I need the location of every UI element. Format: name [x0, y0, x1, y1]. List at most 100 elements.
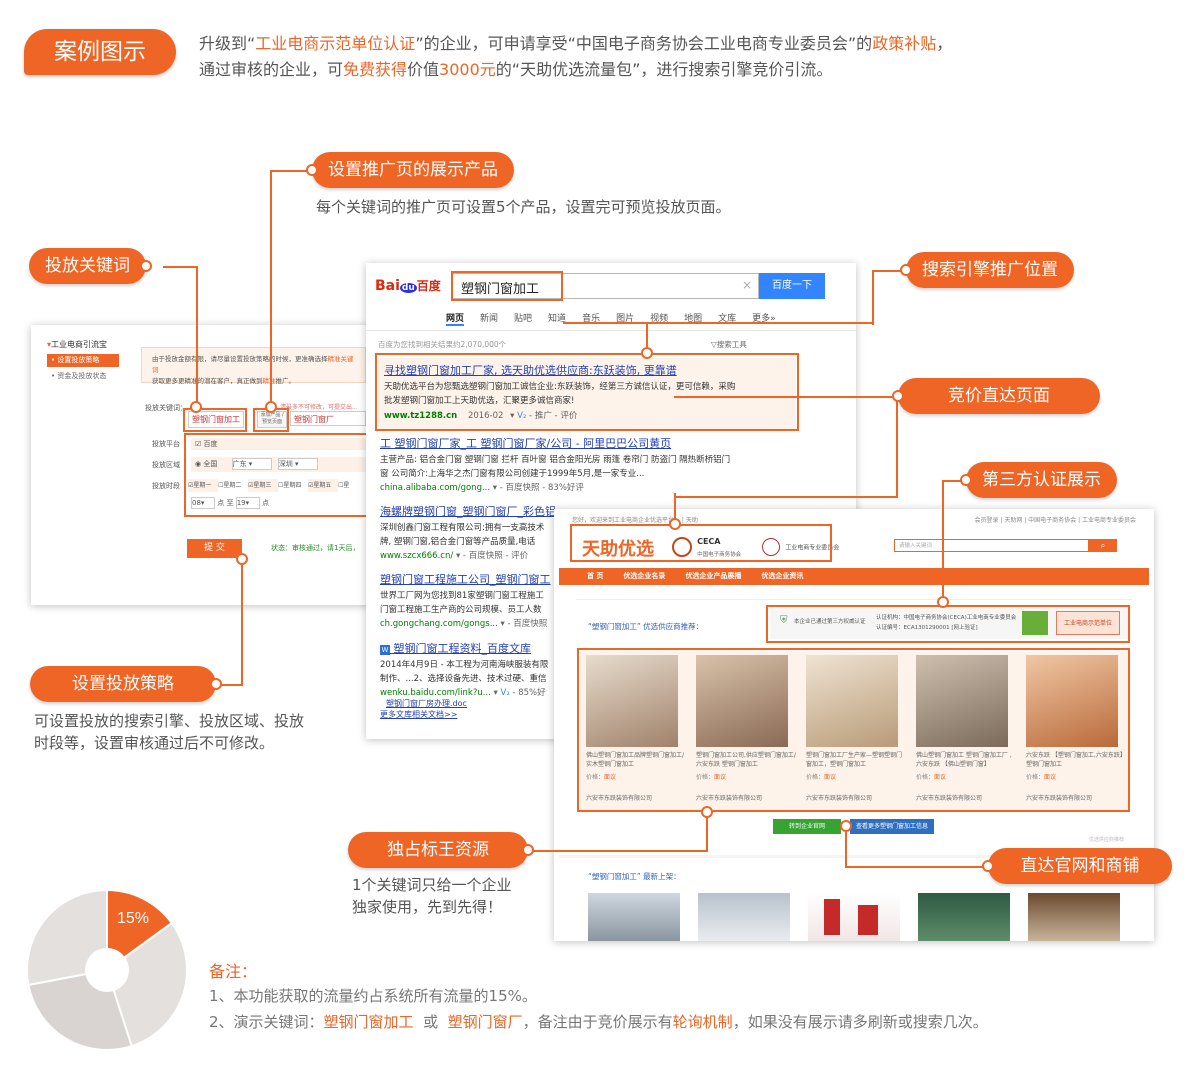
result-body-line: 门窗工程施工生产商的公司规模、员工人数: [380, 605, 542, 615]
header-text: 价值: [407, 60, 440, 79]
search-result[interactable]: 海螺牌塑钢门窗_塑钢门窗厂_彩色铝 深圳创鑫门窗工程有限公司:拥有一支高技术 牌…: [380, 503, 580, 561]
logo-paw: du: [399, 283, 417, 293]
search-icon: ⌕: [1100, 541, 1106, 550]
new-products-text: “塑钢门窗加工” 最新上架：: [588, 872, 681, 881]
result-url[interactable]: wenku.baidu.com/link?u...: [380, 688, 491, 698]
search-result[interactable]: 塑钢门窗工程施工公司_塑钢门窗工 世界工厂网为您找到81家塑钢门窗工程施工 门窗…: [380, 571, 580, 629]
header-highlight: 政策补贴: [872, 34, 937, 53]
platform-label: 投放平台: [152, 440, 180, 448]
set-products-desc: 每个关键词的推广页可设置5个产品，设置完可预览投放页面。: [316, 198, 731, 216]
products-highlight-box: [577, 648, 1130, 812]
note-1: 1、本功能获取的流量约占系统所有流量的15%。: [209, 987, 537, 1005]
callout-label: 竞价直达页面: [948, 386, 1050, 406]
result-title[interactable]: 塑钢门窗工程施工公司_塑钢门窗工: [380, 571, 580, 587]
connector-dot: [701, 806, 713, 818]
cert-highlight-box: [766, 605, 1130, 643]
header-text: ，: [936, 34, 953, 53]
new-product-thumb[interactable]: [918, 893, 1010, 941]
note-2: 2、演示关键词：塑钢门窗加工 或 塑钢门窗厂，备注由于竞价展示有轮询机制，如果没…: [209, 1011, 988, 1033]
result-count: 百度为您找到相关结果约2,070,000个: [378, 340, 507, 349]
note-keyword: 塑钢门窗加工: [323, 1013, 414, 1031]
submit-button[interactable]: 提 交: [187, 539, 242, 558]
callout-label: 第三方认证展示: [982, 470, 1101, 490]
site-search-button[interactable]: ⌕: [1089, 539, 1117, 552]
official-site-button[interactable]: 转到企业官网: [773, 819, 841, 834]
callout-strategy: 设置投放策略: [30, 666, 222, 702]
callout-direct-page: 竞价直达页面: [892, 378, 1100, 414]
donut-hole: [85, 948, 129, 992]
callout-exclusive: 独占标王资源: [348, 832, 534, 868]
divider: [366, 330, 856, 331]
callout-keywords: 投放关键词: [29, 248, 152, 284]
connector-dot: [840, 820, 852, 832]
connector-line: [270, 170, 312, 409]
sidebar-item-strategy[interactable]: • 设置投放策略: [47, 354, 119, 367]
admin-sidebar-title: ▾工业电商引流宝: [47, 339, 107, 350]
header-highlight: 3000元: [439, 60, 496, 79]
connector-line: [528, 812, 708, 852]
connector-dot: [937, 596, 949, 608]
logo-highlight-box: [570, 524, 832, 562]
nav-item-3[interactable]: 优选企业资讯: [761, 568, 803, 585]
search-result[interactable]: W 塑钢门窗工程资料_百度文库 2014年4月9日 - 本工程为河南海峡服装有限…: [380, 640, 580, 720]
logo-part: 百度: [416, 279, 441, 293]
tab-0[interactable]: 网页: [446, 311, 465, 326]
nav-item-2[interactable]: 优选企业产品展播: [685, 568, 741, 585]
header-text: 的“天助优选流量包”，进行搜索引擎竞价引流。: [495, 60, 833, 79]
strategy-desc-line: 可设置投放的搜索引擎、投放区域、投放: [34, 712, 305, 730]
doc-link[interactable]: 塑钢门窗厂房办理.doc: [386, 698, 580, 709]
header-highlight: 工业电商示范单位认证: [255, 34, 416, 53]
new-product-thumb[interactable]: [808, 893, 900, 941]
new-product-thumb[interactable]: [1028, 893, 1120, 941]
exclusive-desc-line: 独家使用，先到先得！: [352, 898, 503, 916]
nav-item-1[interactable]: 优选企业名录: [623, 568, 665, 585]
admin-sidebar-title-text: 工业电商引流宝: [51, 340, 108, 349]
note-text: ，备注由于竞价展示有: [522, 1013, 673, 1031]
connector-line: [563, 322, 874, 324]
pie-percent-label: 15%: [117, 910, 149, 927]
new-product-thumb[interactable]: [698, 893, 790, 941]
region-label: 投放区域: [152, 461, 180, 469]
time-label: 投放时段: [152, 482, 180, 490]
site-search-input[interactable]: 请输入关键词: [894, 539, 1089, 552]
header-highlight: 免费获得: [343, 60, 408, 79]
connector-line: [163, 266, 198, 409]
result-body: 2014年4月9日 - 本工程为河南海峡服装有限 制作、...2、选择设备先进、…: [380, 658, 580, 686]
new-products-title: “塑钢门窗加工” 最新上架：: [588, 871, 681, 882]
connector-dot: [190, 401, 202, 413]
strategy-desc: 可设置投放的搜索引擎、投放区域、投放 时段等，设置审核通过后不可修改。: [34, 710, 304, 754]
exclusive-desc: 1个关键词只给一个企业 独家使用，先到先得！: [352, 874, 512, 918]
result-title[interactable]: 海螺牌塑钢门窗_塑钢门窗厂_彩色铝: [380, 503, 580, 519]
strategy-desc-line: 时段等，设置审核通过后不可修改。: [34, 734, 275, 752]
callout-set-products: 设置推广页的展示产品: [306, 152, 514, 188]
traffic-share-donut: 15%: [27, 890, 187, 1050]
keyword-input-2[interactable]: 塑钢门窗厂: [290, 411, 366, 426]
result-url[interactable]: ch.gongchang.com/gongs...: [380, 619, 498, 629]
header-line-1: 升级到“工业电商示范单位认证”的企业，可申请享受“中国电子商务协会工业电商专业委…: [199, 30, 952, 54]
result-title[interactable]: W 塑钢门窗工程资料_百度文库: [380, 640, 580, 656]
callout-label: 直达官网和商铺: [1020, 856, 1140, 876]
header-line-2: 通过审核的企业，可免费获得价值3000元的“天助优选流量包”，进行搜索引擎竞价引…: [199, 56, 832, 80]
case-badge: 案例图示: [24, 29, 176, 75]
new-product-thumb[interactable]: [588, 893, 680, 941]
more-docs-link[interactable]: 更多文库相关文档>>: [380, 709, 580, 720]
strategy-highlight-box: [184, 433, 379, 517]
connector-line: [215, 560, 243, 686]
sidebar-item-funds[interactable]: • 资金及投放状态: [51, 371, 106, 381]
logo-part: Bai: [375, 278, 400, 294]
tab-1[interactable]: 新闻: [480, 311, 498, 324]
callout-label: 独占标王资源: [387, 840, 489, 860]
note-text: 或: [413, 1013, 448, 1031]
search-tools[interactable]: ▽搜索工具: [711, 339, 747, 350]
result-body-line: 世界工厂网为您找到81家塑钢门窗工程施工: [380, 591, 544, 601]
result-url[interactable]: www.szcx666.cn/: [380, 551, 453, 561]
result-url[interactable]: china.alibaba.com/gong...: [380, 483, 490, 493]
machine-icon: [858, 905, 878, 935]
result-body-line: 2014年4月9日 - 本工程为河南海峡服装有限: [380, 660, 549, 670]
query-highlight-box: [451, 271, 563, 301]
callout-label: 搜索引擎推广位置: [922, 260, 1058, 280]
topbar-right[interactable]: 会员登录 | 天助网 | 中国电子商务协会 | 工业电商专业委员会: [974, 515, 1136, 524]
footer-note: 优选供应商推荐: [1088, 837, 1124, 843]
nav-item-0[interactable]: 首 页: [587, 568, 603, 585]
tab-2[interactable]: 贴吧: [514, 311, 532, 324]
